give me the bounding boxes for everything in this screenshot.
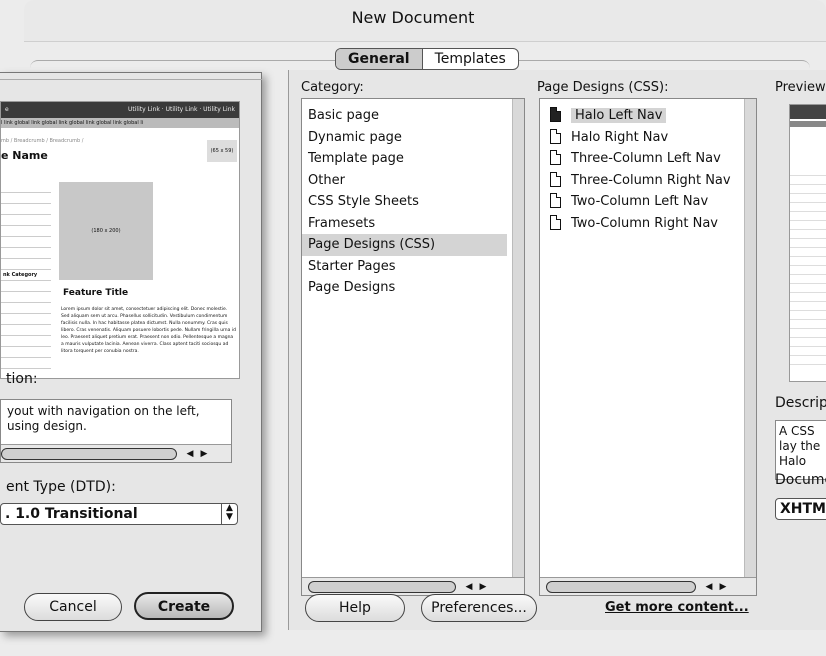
page-design-label: Three-Column Right Nav — [571, 172, 731, 188]
page-designs-header: Page Designs (CSS): — [537, 80, 669, 95]
page-designs-list[interactable]: Halo Left Nav Halo Right Nav Three-Column … — [539, 98, 757, 596]
thumb-global-nav: l link global link global link global li… — [1, 118, 239, 128]
category-item[interactable]: Page Designs (CSS) — [302, 234, 507, 256]
description-box: yout with navigation on the left, using … — [0, 399, 232, 463]
create-button[interactable]: Create — [134, 592, 234, 620]
category-item[interactable]: Dynamic page — [302, 127, 507, 149]
tab-general[interactable]: General — [336, 49, 423, 69]
cancel-button[interactable]: Cancel — [24, 593, 122, 621]
document-icon — [550, 193, 561, 208]
doctype-value: . 1.0 Transitional — [5, 506, 138, 522]
thumb-badge: (65 x 59) — [207, 140, 237, 162]
tab-templates[interactable]: Templates — [423, 49, 518, 69]
page-design-label: Three-Column Left Nav — [571, 151, 721, 166]
thumb-feature-title: Feature Title — [63, 288, 129, 298]
doctype-select[interactable]: . 1.0 Transitional ▲ ▼ — [0, 503, 238, 525]
preview-doctype-select[interactable]: XHTMI — [775, 498, 826, 520]
scroll-right-arrow-icon[interactable]: ▶ — [716, 580, 730, 594]
preview-doctype-label: Docume — [775, 472, 826, 488]
large-preview-image: e Utility Link · Utility Link · Utility … — [0, 101, 240, 379]
doctype-label: ent Type (DTD): — [6, 479, 116, 495]
category-hscroll[interactable]: ◀ ▶ — [302, 577, 524, 595]
scroll-thumb[interactable] — [308, 580, 456, 593]
scroll-left-arrow-icon[interactable]: ◀ — [462, 580, 476, 594]
front-window-crop: e Utility Link · Utility Link · Utility … — [0, 72, 262, 632]
page-design-item[interactable]: Two-Column Right Nav — [544, 213, 749, 235]
document-icon — [550, 214, 561, 230]
preferences-button[interactable]: Preferences... — [421, 594, 537, 622]
category-item[interactable]: Other — [302, 170, 507, 192]
page-designs-hscroll[interactable]: ◀ ▶ — [540, 577, 756, 595]
page-design-label: Two-Column Left Nav — [571, 194, 709, 209]
category-item[interactable]: Starter Pages — [302, 256, 507, 278]
document-icon — [550, 107, 561, 122]
document-icon — [550, 128, 561, 144]
preview-header: Preview: — [775, 80, 826, 95]
main-panel: Category: Basic page Dynamic page Template… — [288, 70, 826, 630]
scroll-thumb[interactable] — [1, 447, 177, 460]
thumb-site-name: e — [5, 106, 9, 113]
document-icon — [550, 150, 561, 165]
page-design-label: Two-Column Right Nav — [571, 215, 718, 231]
select-stepper-icon[interactable]: ▲ ▼ — [221, 504, 237, 524]
thumb-page-name: e Name — [1, 149, 48, 162]
scroll-left-arrow-icon[interactable]: ◀ — [702, 580, 716, 594]
thumb-lorem: Lorem ipsum dolor sit amet, consectetuer… — [61, 307, 236, 354]
page-designs-vscroll[interactable] — [744, 99, 756, 577]
scroll-right-arrow-icon[interactable]: ▶ — [476, 580, 490, 594]
page-design-item[interactable]: Halo Right Nav — [544, 127, 749, 149]
description-text: yout with navigation on the left, using … — [7, 404, 200, 433]
description-label: tion: — [6, 371, 38, 387]
window-title: New Document — [351, 8, 475, 27]
thumb-nav-category: nk Category — [3, 272, 38, 278]
get-more-content-link[interactable]: Get more content... — [605, 600, 749, 615]
thumb-utility-links: Utility Link · Utility Link · Utility Li… — [128, 106, 235, 113]
page-design-item[interactable]: Three-Column Left Nav — [544, 148, 749, 170]
page-design-item[interactable]: Three-Column Right Nav — [544, 170, 749, 192]
page-design-label: Halo Left Nav — [571, 108, 667, 123]
preview-description-box: A CSS lay the Halo — [775, 420, 826, 480]
screen: New Document General Templates Category:… — [0, 0, 826, 656]
scroll-left-arrow-icon[interactable]: ◀ — [183, 447, 197, 461]
category-item[interactable]: Framesets — [302, 213, 507, 235]
help-button[interactable]: Help — [305, 594, 405, 622]
preview-image — [789, 104, 826, 382]
category-vscroll[interactable] — [512, 99, 524, 577]
page-design-label: Halo Right Nav — [571, 129, 669, 145]
scroll-thumb[interactable] — [546, 580, 696, 593]
scroll-right-arrow-icon[interactable]: ▶ — [197, 447, 211, 461]
category-list[interactable]: Basic page Dynamic page Template page Other… — [301, 98, 525, 596]
preview-description-text: A CSS lay the Halo — [779, 424, 821, 468]
tab-bar: General Templates — [335, 48, 519, 70]
preview-description-label: Descript — [775, 395, 826, 411]
thumb-image-placeholder: (180 x 200) — [59, 182, 153, 280]
document-icon — [550, 171, 561, 187]
page-design-item[interactable]: Halo Left Nav — [544, 105, 749, 127]
category-item[interactable]: Page Designs — [302, 277, 507, 299]
category-item[interactable]: Template page — [302, 148, 507, 170]
category-header: Category: — [301, 80, 364, 95]
category-item[interactable]: CSS Style Sheets — [302, 191, 507, 213]
description-hscroll[interactable]: ◀ ▶ — [1, 444, 231, 462]
page-design-item[interactable]: Two-Column Left Nav — [544, 191, 749, 213]
category-item[interactable]: Basic page — [302, 105, 507, 127]
